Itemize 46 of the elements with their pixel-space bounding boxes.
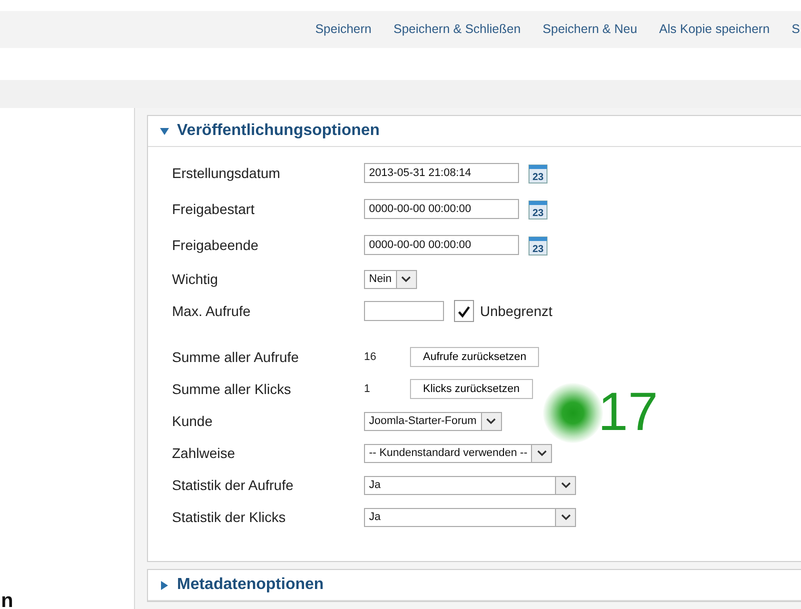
field-label: Freigabestart xyxy=(172,200,256,219)
reset-button[interactable]: Klicks zurücksetzen xyxy=(410,379,533,399)
expand-triangle-icon xyxy=(160,580,169,590)
toolbar-button[interactable]: Als Kopie speichern xyxy=(659,20,770,39)
text-fragment: n xyxy=(1,591,14,609)
counter-value: 1 xyxy=(364,382,372,397)
toolbar-button[interactable]: Speichern & Schließen xyxy=(394,20,521,39)
date-field[interactable]: 0000-00-00 00:00:00 xyxy=(364,235,519,255)
field-label: Wichtig xyxy=(172,270,219,289)
dropdown[interactable]: Ja xyxy=(364,508,576,526)
calendar-icon: 23 xyxy=(528,234,548,256)
field-label: Kunde xyxy=(172,412,214,430)
number-field[interactable] xyxy=(364,301,444,321)
reset-button[interactable]: Aufrufe zurücksetzen xyxy=(410,347,540,367)
calendar-icon: 23 xyxy=(528,198,548,220)
chevron-down-icon xyxy=(560,481,570,489)
field-label: Freigabeende xyxy=(172,236,260,255)
counter-value: 16 xyxy=(364,350,378,365)
chevron-down-icon xyxy=(486,417,496,425)
field-label: Statistik der Aufrufe xyxy=(172,476,294,494)
dropdown[interactable]: Joomla-Starter-Forum xyxy=(364,412,502,430)
date-field[interactable]: 0000-00-00 00:00:00 xyxy=(364,199,519,219)
date-field[interactable]: 2013-05-31 21:08:14 xyxy=(364,163,519,183)
chevron-down-icon xyxy=(560,513,570,521)
panel-header[interactable]: Metadatenoptionen xyxy=(148,570,801,601)
chevron-down-icon xyxy=(401,275,412,283)
panel-header[interactable]: Veröffentlichungsoptionen xyxy=(148,116,801,147)
field-label: Summe aller Aufrufe xyxy=(172,348,300,366)
field-label: Erstellungsdatum xyxy=(172,164,282,183)
checkmark-icon xyxy=(457,304,471,318)
checkbox[interactable] xyxy=(454,300,474,322)
checkbox-label: Unbegrenzt xyxy=(480,302,552,321)
toolbar-button[interactable]: Speichern & Neu xyxy=(542,20,638,39)
dropdown[interactable]: Ja xyxy=(364,476,576,494)
dropdown[interactable]: Nein xyxy=(364,270,417,288)
calendar-icon: 23 xyxy=(528,162,548,184)
field-label: Summe aller Klicks xyxy=(172,380,292,398)
collapse-triangle-icon xyxy=(160,126,169,136)
field-label: Zahlweise xyxy=(172,444,236,462)
toolbar-button[interactable]: Speichern xyxy=(315,20,372,39)
field-label: Max. Aufrufe xyxy=(172,302,252,320)
chevron-down-icon xyxy=(536,449,547,457)
marker-number: 17 xyxy=(598,385,658,439)
field-label: Statistik der Klicks xyxy=(172,508,287,526)
toolbar-button[interactable]: S xyxy=(792,20,800,39)
dropdown[interactable]: -- Kundenstandard verwenden -- xyxy=(364,444,552,462)
